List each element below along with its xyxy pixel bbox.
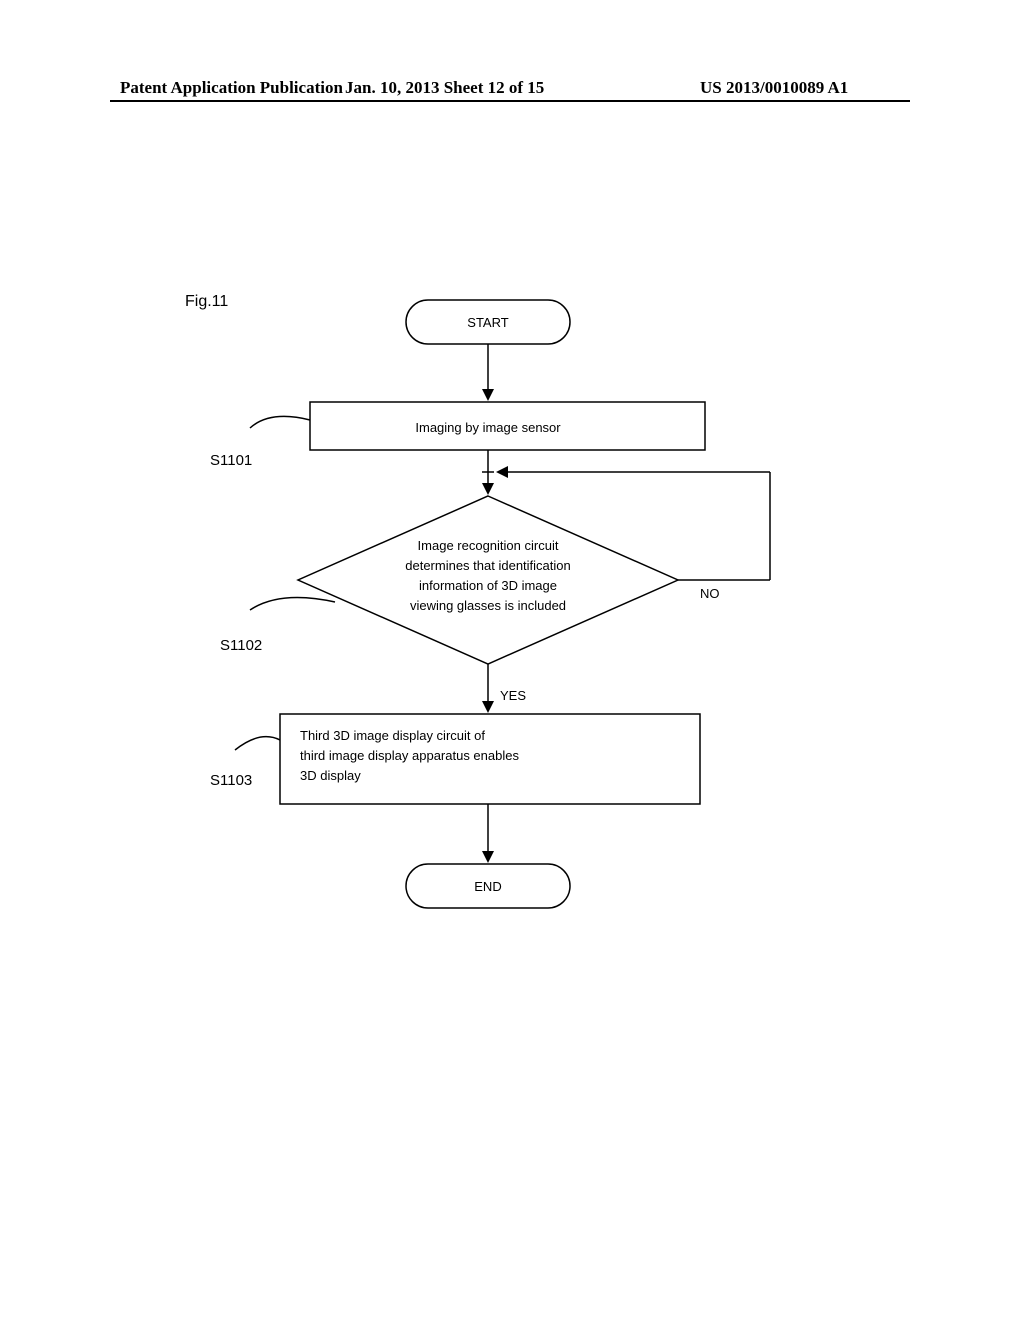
svg-text:third image display apparatus: third image display apparatus enables [300,748,519,763]
step3-label: S1103 [210,772,252,789]
step3-process: Third 3D image display circuit of third … [280,714,700,804]
svg-text:END: END [474,879,501,894]
end-terminator: END [406,864,570,908]
start-terminator: START [406,300,570,344]
svg-text:Third 3D image display circu: Third 3D image display circuit of [300,728,485,743]
yes-label: YES [500,688,526,703]
svg-text:Imaging by image sensor: Imaging by image sensor [415,420,561,435]
flowchart-figure: Fig.11 START Imaging by image sensor S11… [170,280,870,980]
step2-decision: Image recognition circuit determines tha… [298,496,678,664]
svg-text:determines that identification: determines that identification [405,558,570,573]
figure-label: Fig.11 [185,293,228,310]
svg-text:3D display: 3D display [300,768,361,783]
step2-label: S1102 [220,637,262,654]
header-patent-number: US 2013/0010089 A1 [700,78,848,98]
header-date-sheet: Jan. 10, 2013 Sheet 12 of 15 [345,78,544,98]
no-label: NO [700,586,720,601]
step1-lead [250,416,310,428]
step2-lead [250,598,335,611]
svg-text:Image recognition circuit: Image recognition circuit [418,538,559,553]
step3-lead [235,737,280,750]
svg-text:START: START [467,315,508,330]
svg-text:viewing glasses is included: viewing glasses is included [410,598,566,613]
svg-text:information of 3D image: information of 3D image [419,578,557,593]
header-rule [110,100,910,102]
header-publication: Patent Application Publication [120,78,343,98]
step1-label: S1101 [210,452,252,469]
step1-process: Imaging by image sensor [310,402,705,450]
